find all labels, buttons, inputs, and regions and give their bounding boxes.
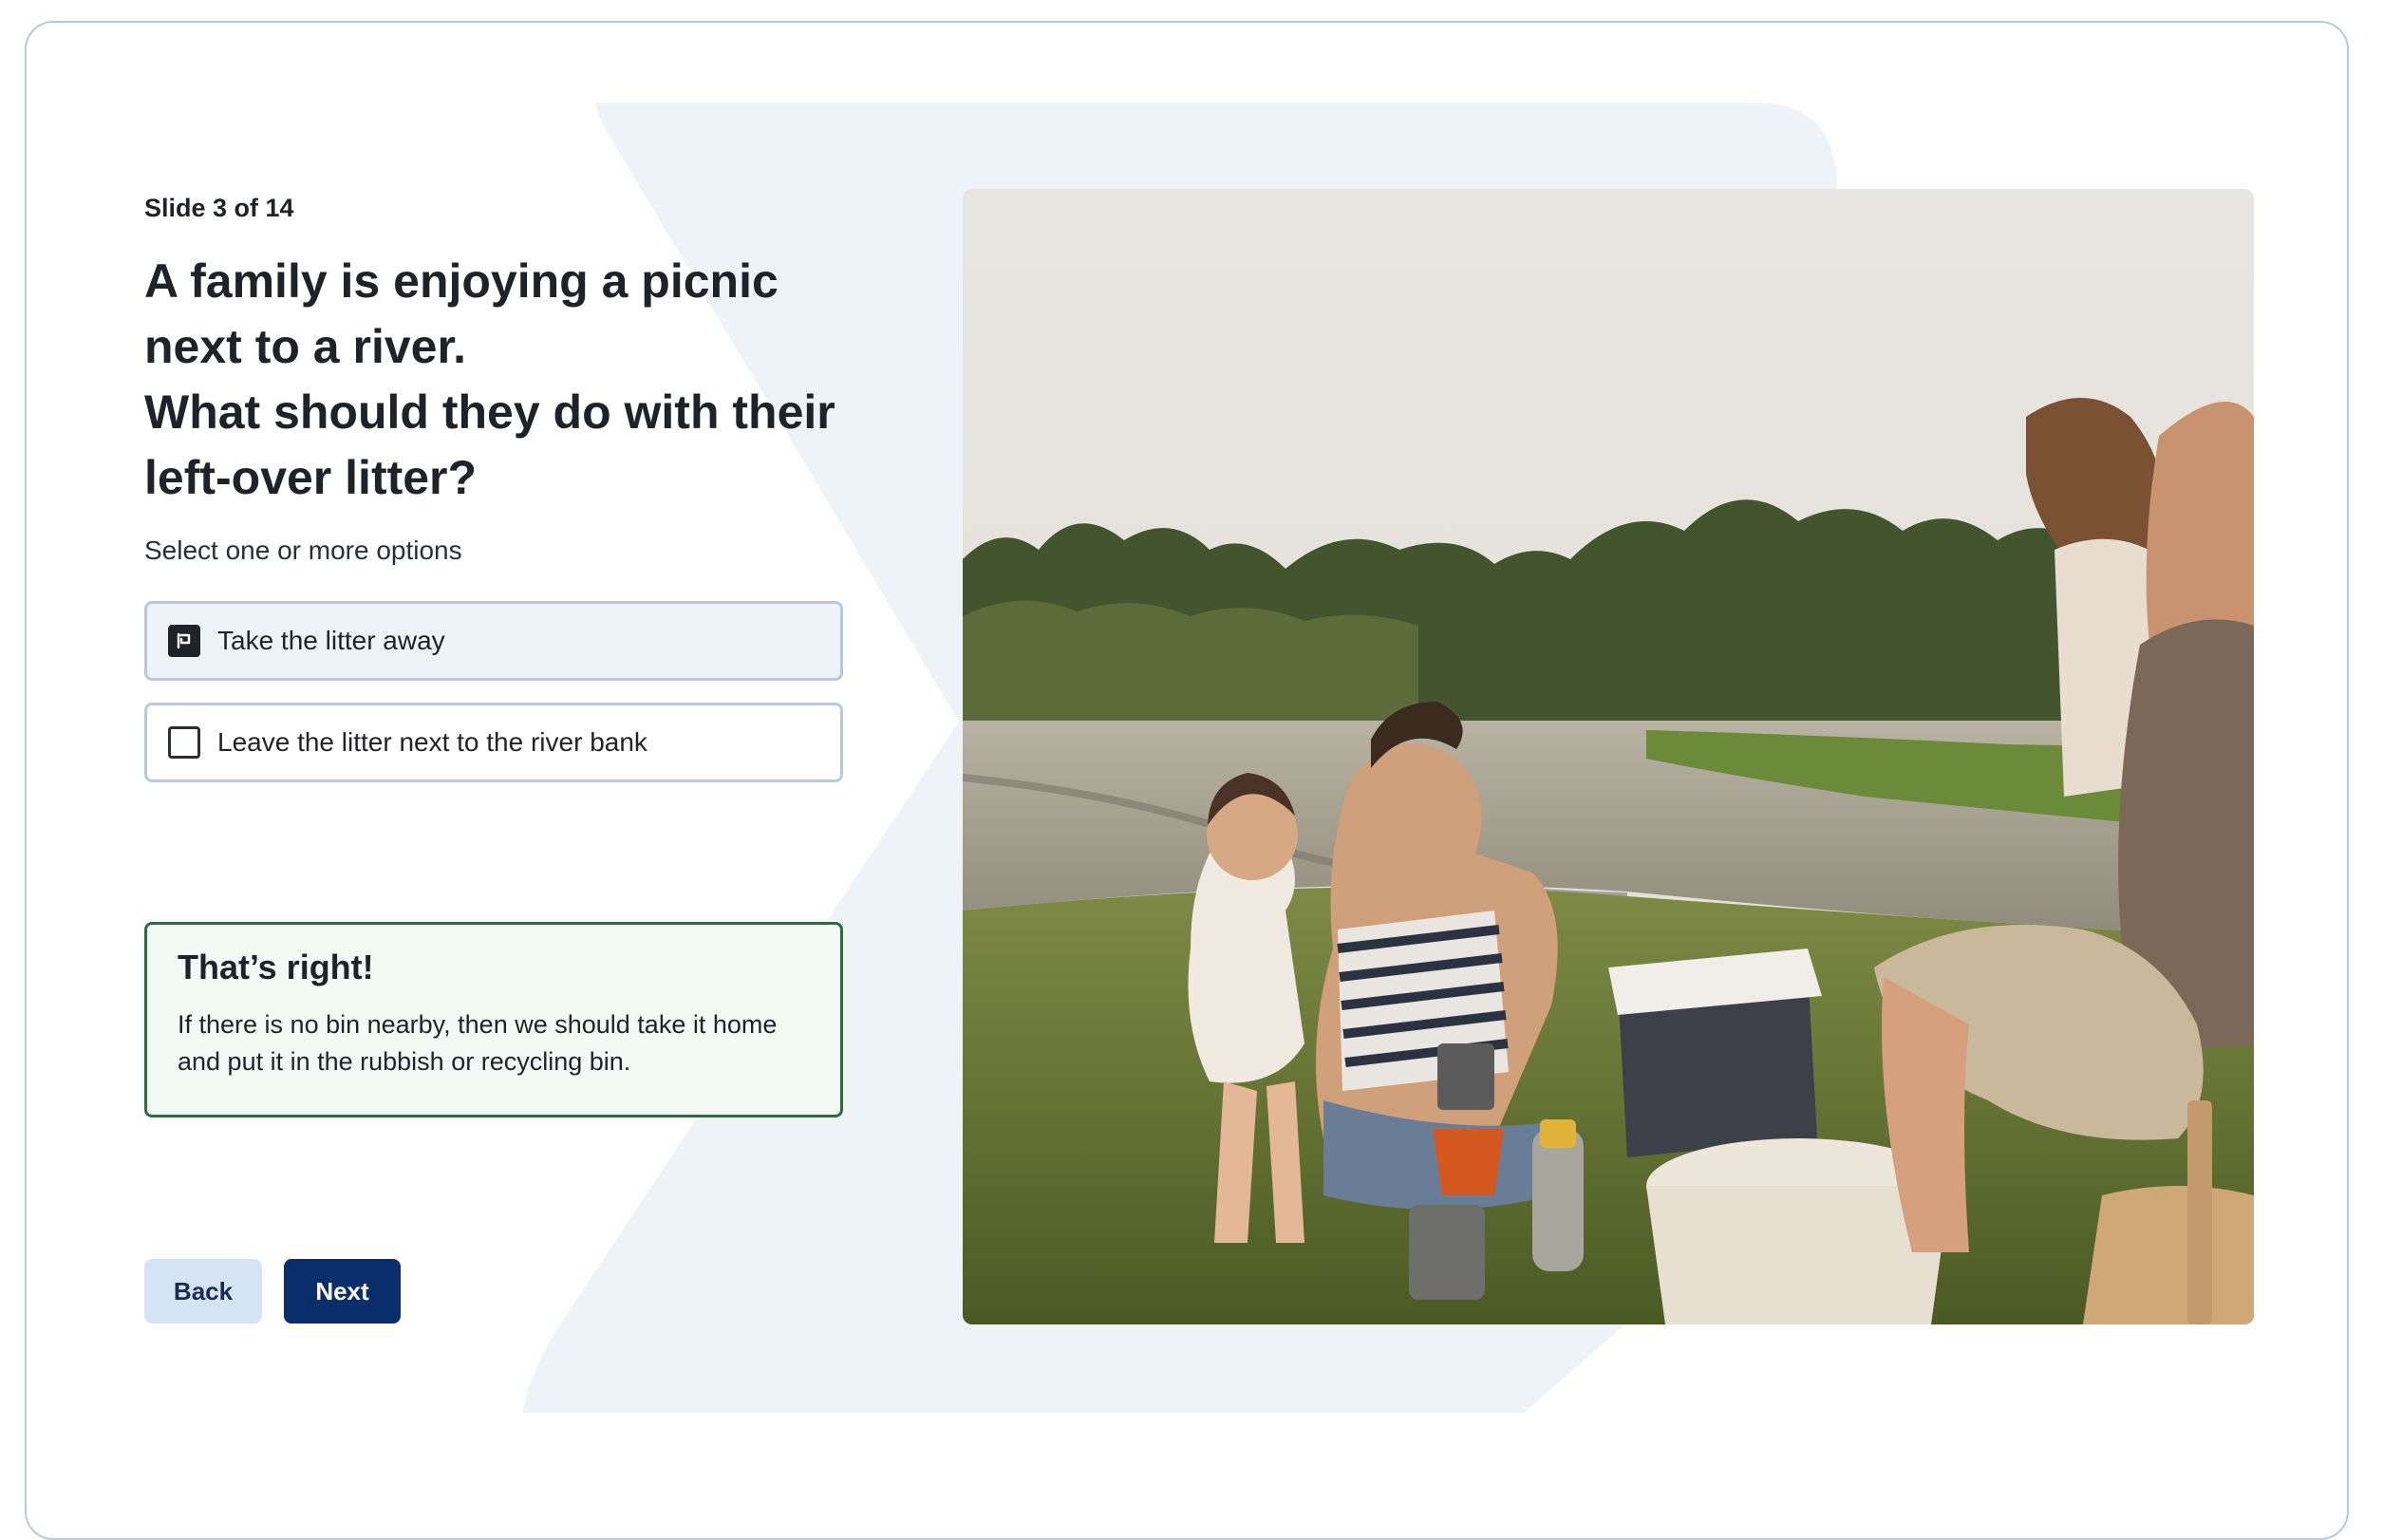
slide-counter: Slide 3 of 14: [144, 194, 294, 222]
option-take-litter-away[interactable]: Take the litter away: [144, 601, 843, 681]
feedback-title: That’s right!: [178, 948, 374, 986]
question-line: left-over litter?: [144, 451, 478, 504]
next-button[interactable]: Next: [284, 1259, 401, 1324]
picnic-photo: [963, 189, 2254, 1324]
back-button[interactable]: Back: [144, 1259, 262, 1324]
feedback-body: If there is no bin nearby, then we shoul…: [178, 1010, 778, 1076]
checkbox-checked-icon[interactable]: [168, 625, 200, 657]
instructions-text: Select one or more options: [144, 535, 462, 565]
slide-content: Slide 3 of 14 A family is enjoying a pic…: [0, 0, 2383, 1483]
question-heading: A family is enjoying a picnic next to a …: [144, 249, 866, 511]
picnic-photo-illustration: [963, 189, 2254, 1324]
question-line: next to a river.: [144, 320, 467, 373]
feedback-panel: That’s right! If there is no bin nearby,…: [144, 922, 843, 1117]
option-label: Take the litter away: [217, 626, 445, 655]
option-leave-litter[interactable]: Leave the litter next to the river bank: [144, 703, 843, 782]
question-line: A family is enjoying a picnic: [144, 254, 779, 308]
question-line: What should they do with their: [144, 385, 835, 439]
checkbox-unchecked-icon[interactable]: [168, 726, 200, 759]
option-label: Leave the litter next to the river bank: [217, 727, 647, 757]
